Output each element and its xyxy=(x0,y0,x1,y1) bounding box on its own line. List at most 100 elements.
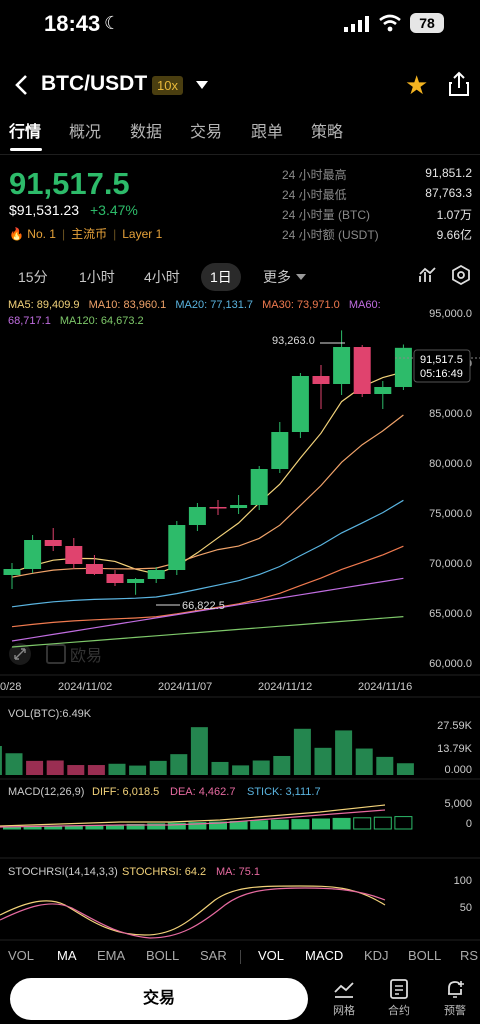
volume-bar xyxy=(26,760,44,775)
candle-body xyxy=(291,376,309,432)
tab-trade[interactable]: 交易 xyxy=(190,118,222,142)
macd-histogram xyxy=(3,816,413,830)
stoch-axis-tick: 100 xyxy=(454,875,472,887)
macd-bar xyxy=(23,826,42,830)
indicator-divider xyxy=(240,950,241,964)
candle-body xyxy=(127,579,145,583)
candle-body xyxy=(394,347,412,387)
ind-rsi[interactable]: RS xyxy=(460,948,478,963)
macd-stick: STICK: 3,111.7 xyxy=(247,786,321,798)
candle-body xyxy=(333,347,351,384)
kline-chart[interactable]: 95,000.090,000.085,000.080,000.075,000.0… xyxy=(0,290,480,945)
macd-bar xyxy=(332,817,351,830)
alert-nav-label: 预警 xyxy=(444,1005,466,1017)
countdown-label: 05:16:49 xyxy=(420,368,463,380)
stat-label: 24 小时最高 xyxy=(282,168,347,182)
pair-title[interactable]: BTC/USDT xyxy=(41,72,147,96)
candle-body xyxy=(147,570,165,579)
interval-1h[interactable]: 1小时 xyxy=(79,267,115,287)
tab-market[interactable]: 行情 xyxy=(9,118,41,142)
indicator-bar: VOL MA EMA BOLL SAR VOL MACD KDJ BOLL RS xyxy=(0,946,480,968)
stat-value: 87,763.3 xyxy=(425,186,472,200)
interval-4h[interactable]: 4小时 xyxy=(144,267,180,287)
ind-boll-sub[interactable]: BOLL xyxy=(408,948,441,963)
status-bar: 18:43 ☾ 78 xyxy=(0,0,480,48)
24h-stats: 24 小时最高 91,851.2 24 小时最低 87,763.3 24 小时量 (… xyxy=(282,166,472,246)
tab-overview[interactable]: 概况 xyxy=(69,118,101,142)
ind-vol-sub[interactable]: VOL xyxy=(258,948,284,963)
indicator-chart-icon[interactable] xyxy=(418,266,436,284)
macd-diff: DIFF: 6,018.5 xyxy=(92,786,159,798)
price-axis-tick: 80,000.0 xyxy=(429,458,472,470)
vol-axis-tick: 0.000 xyxy=(444,764,472,776)
settings-hexagon-icon[interactable] xyxy=(451,265,471,285)
leverage-badge: 10x xyxy=(152,76,183,95)
tab-data[interactable]: 数据 xyxy=(130,118,162,142)
trade-button[interactable]: 交易 xyxy=(10,978,308,1020)
vol-axis-tick: 13.79K xyxy=(437,743,473,755)
alert-nav[interactable]: 预警 xyxy=(435,978,475,1018)
low-annotation: 66,822.5 xyxy=(182,600,225,612)
grid-nav-label: 网格 xyxy=(333,1005,355,1017)
ma5-line xyxy=(11,371,404,575)
candle-body xyxy=(271,432,289,469)
date-tick: 2024/11/02 xyxy=(58,681,112,693)
stochrsi-ma-line xyxy=(0,887,386,939)
grid-nav[interactable]: 网格 xyxy=(324,978,364,1018)
ind-boll[interactable]: BOLL xyxy=(146,948,179,963)
ind-ma[interactable]: MA xyxy=(57,948,77,963)
interval-1d[interactable]: 1日 xyxy=(201,263,241,291)
bottom-action-bar: 交易 网格 合约 预警 xyxy=(0,970,480,1024)
ind-vol[interactable]: VOL xyxy=(8,948,34,963)
ind-kdj[interactable]: KDJ xyxy=(364,948,389,963)
candle-body xyxy=(188,507,206,525)
ind-sar[interactable]: SAR xyxy=(200,948,227,963)
stat-row: 24 小时量 (BTC) 1.07万 xyxy=(282,206,472,226)
interval-more[interactable]: 更多 xyxy=(263,267,291,287)
active-tab-indicator xyxy=(10,148,42,151)
moon-icon: ☾ xyxy=(104,13,121,33)
category-tag[interactable]: 主流币 xyxy=(71,227,107,241)
date-tick: 2024/11/07 xyxy=(158,681,212,693)
volume-bar xyxy=(46,760,64,775)
candle-body xyxy=(24,540,42,569)
volume-bar xyxy=(190,727,208,775)
top-header: BTC/USDT 10x ★ xyxy=(0,62,480,108)
share-icon[interactable] xyxy=(448,71,470,97)
chevron-down-icon[interactable] xyxy=(196,81,208,89)
stat-label: 24 小时额 (USDT) xyxy=(282,228,379,242)
ind-ema[interactable]: EMA xyxy=(97,948,125,963)
layer-tag[interactable]: Layer 1 xyxy=(122,227,162,241)
ind-macd[interactable]: MACD xyxy=(305,948,343,963)
contract-nav[interactable]: 合约 xyxy=(379,978,419,1018)
interval-15m[interactable]: 15分 xyxy=(18,267,48,287)
favorite-star-icon[interactable]: ★ xyxy=(405,70,428,101)
coin-tags: 🔥 No. 1 | 主流币 | Layer 1 xyxy=(9,227,163,241)
stat-label: 24 小时最低 xyxy=(282,188,347,202)
watermark-text: 欧易 xyxy=(70,647,102,665)
price-axis-tick: 85,000.0 xyxy=(429,408,472,420)
candle-body xyxy=(250,469,268,505)
back-arrow-icon[interactable] xyxy=(12,72,32,98)
fire-icon: 🔥 xyxy=(9,227,24,241)
status-time: 18:43 xyxy=(44,11,101,36)
tab-copy[interactable]: 跟单 xyxy=(251,118,283,142)
volume-bar xyxy=(0,746,2,775)
candle-body xyxy=(209,507,227,509)
candle-body xyxy=(353,347,371,394)
rank-tag[interactable]: No. 1 xyxy=(27,227,56,241)
volume-bar xyxy=(396,763,414,775)
volume-bar xyxy=(5,753,23,775)
high-annotation: 93,263.0 xyxy=(272,335,315,347)
price-axis-tick: 65,000.0 xyxy=(429,608,472,620)
volume-bar xyxy=(211,761,229,775)
volume-bar xyxy=(149,760,167,775)
tab-strategy[interactable]: 策略 xyxy=(311,118,343,142)
macd-bar xyxy=(3,827,21,830)
stat-row: 24 小时最低 87,763.3 xyxy=(282,186,472,206)
stat-row: 24 小时额 (USDT) 9.66亿 xyxy=(282,226,472,246)
chevron-down-icon[interactable] xyxy=(296,274,306,280)
volume-bar xyxy=(87,765,105,775)
volume-bar xyxy=(293,728,311,775)
price-axis-tick: 70,000.0 xyxy=(429,558,472,570)
